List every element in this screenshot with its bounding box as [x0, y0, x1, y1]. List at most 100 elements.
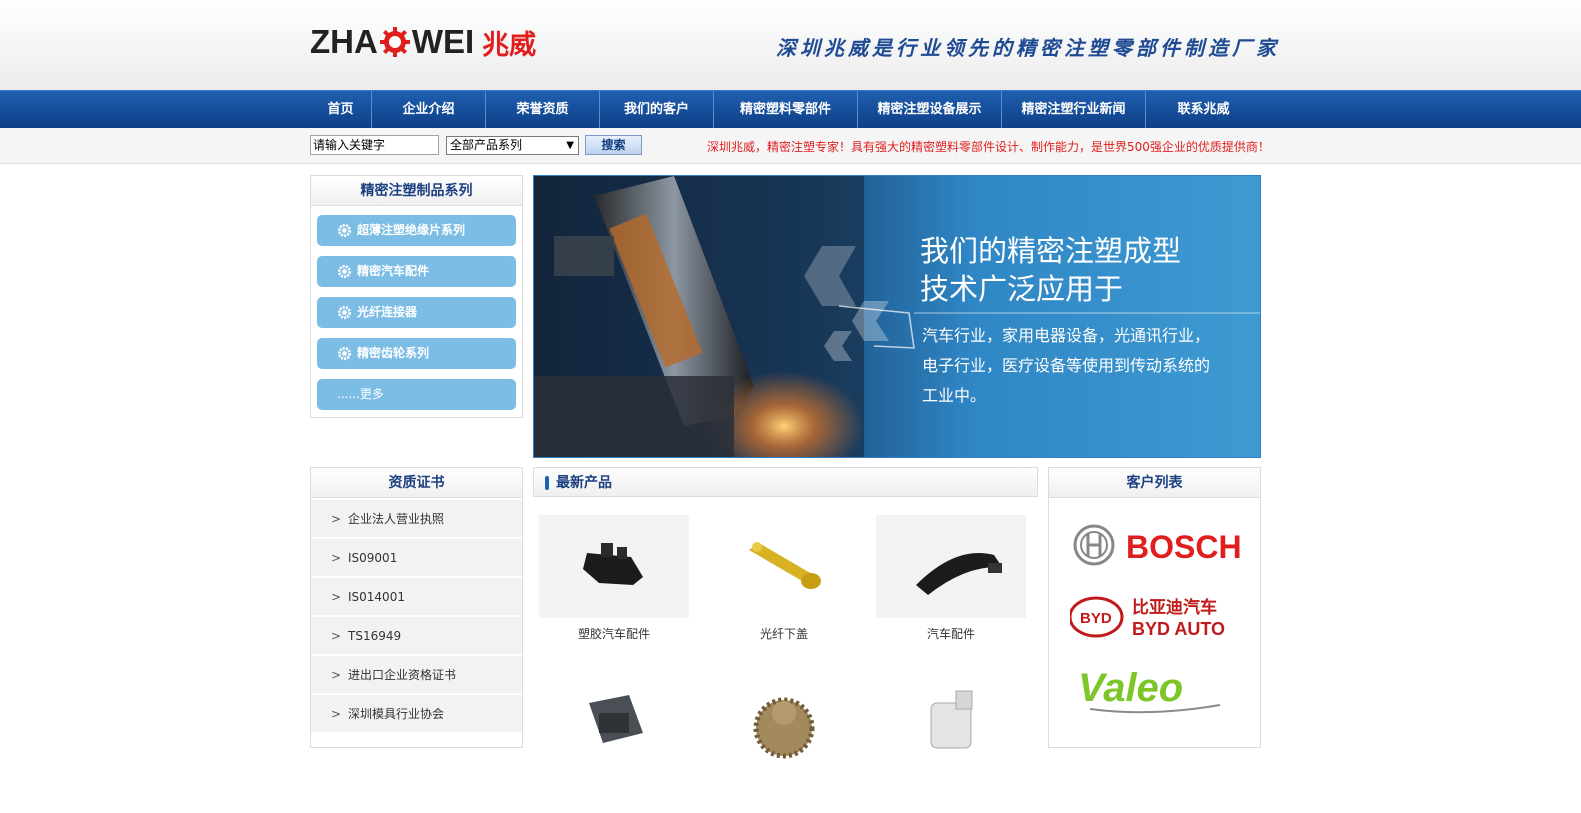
gear-logo-icon	[379, 27, 410, 57]
banner-body-line3: 工业中。	[922, 386, 987, 405]
cert-label: 深圳模具行业协会	[348, 707, 445, 721]
yellow-fiber-cap-image	[709, 515, 859, 618]
product-item[interactable]	[539, 673, 689, 813]
black-plastic-clip-image	[539, 515, 689, 618]
chevron-right-icon: >	[331, 590, 342, 604]
cert-item-iso9001[interactable]: > IS09001	[311, 539, 522, 577]
search-button[interactable]: 搜索	[585, 135, 642, 155]
products-panel: 最新产品 塑胶汽车配件 光纤下盖 汽车配件	[533, 467, 1038, 776]
chevron-right-icon: >	[331, 668, 342, 682]
search-notice: 深圳兆威，精密注塑专家！具有强大的精密塑料零部件设计、制作能力，是世界500强企…	[707, 140, 1270, 154]
cert-label: 企业法人营业执照	[348, 512, 445, 526]
clients-panel-title: 客户列表	[1049, 468, 1260, 498]
cert-item-import-export[interactable]: > 进出口企业资格证书	[311, 656, 522, 694]
nav-item-home[interactable]: 首页	[310, 91, 372, 129]
client-logo-bosch[interactable]: BOSCH	[1049, 518, 1260, 572]
select-value: 全部产品系列	[450, 138, 523, 152]
category-label: 光纤连接器	[357, 305, 418, 319]
cert-item-iso14001[interactable]: > IS014001	[311, 578, 522, 616]
cert-label: IS09001	[348, 551, 398, 565]
category-item-fiber-connector[interactable]: 光纤连接器	[317, 297, 516, 328]
certificates-panel-title: 资质证书	[311, 468, 522, 498]
dropdown-arrow-icon: ▼	[566, 140, 574, 151]
category-item-insulation[interactable]: 超薄注塑绝缘片系列	[317, 215, 516, 246]
cert-label: IS014001	[348, 590, 405, 604]
white-gear-part-image	[876, 673, 1026, 776]
banner-heading: 我们的精密注塑成型 技术广泛应用于	[920, 232, 1181, 308]
category-more-link[interactable]: ......更多	[317, 379, 516, 410]
products-panel-title: 最新产品	[533, 467, 1038, 497]
byd-en-name: BYD AUTO	[1132, 619, 1225, 639]
cert-item-ts16949[interactable]: > TS16949	[311, 617, 522, 655]
byd-badge-text: BYD	[1080, 610, 1112, 627]
chevron-right-icon: >	[331, 629, 342, 643]
product-thumbnail	[539, 673, 689, 776]
category-item-auto-parts[interactable]: 精密汽车配件	[317, 256, 516, 287]
cert-item-mold-association[interactable]: > 深圳模具行业协会	[311, 695, 522, 733]
product-item[interactable]	[709, 673, 859, 813]
chevron-right-icon: >	[331, 512, 342, 526]
grey-connector-image	[539, 673, 689, 776]
client-logo-valeo[interactable]: Valeo	[1049, 661, 1260, 715]
hero-banner[interactable]: 我们的精密注塑成型 技术广泛应用于 汽车行业，家用电器设备，光通讯行业， 电子行…	[533, 175, 1261, 458]
logo-cn-text: 兆威	[482, 29, 537, 61]
category-label: 超薄注塑绝缘片系列	[357, 223, 466, 237]
gear-icon	[337, 305, 352, 320]
welding-machine-image	[534, 176, 1260, 457]
byd-logo: BYD 比亚迪汽车 BYD AUTO	[1069, 596, 1225, 639]
site-logo[interactable]: ZHA WEI 兆威	[310, 22, 536, 62]
category-panel-title: 精密注塑制品系列	[311, 176, 522, 206]
product-caption: 汽车配件	[926, 627, 975, 641]
chevron-right-icon: >	[331, 551, 342, 565]
black-car-part-image	[876, 515, 1026, 618]
category-label: 精密汽车配件	[357, 264, 430, 278]
product-item[interactable]: 光纤下盖	[709, 515, 859, 655]
product-caption: 光纤下盖	[759, 627, 808, 641]
clients-panel: 客户列表 BOSCH BYD 比亚迪汽车 BYD AUTO Valeo	[1048, 467, 1261, 748]
banner-body-line2: 电子行业，医疗设备等使用到传动系统的	[922, 356, 1211, 375]
search-bar: 请输入关键字 全部产品系列 ▼ 搜索 深圳兆威，精密注塑专家！具有强大的精密塑料…	[0, 128, 1581, 164]
bosch-logo: BOSCH	[1073, 524, 1240, 566]
product-thumbnail	[709, 515, 859, 618]
product-caption: 塑胶汽车配件	[577, 627, 650, 641]
gear-icon	[337, 346, 352, 361]
valeo-wordmark: Valeo	[1078, 666, 1183, 710]
byd-cn-name: 比亚迪汽车	[1132, 597, 1217, 618]
banner-body: 汽车行业，家用电器设备，光通讯行业， 电子行业，医疗设备等使用到传动系统的 工业…	[922, 321, 1242, 411]
nav-item-news[interactable]: 精密注塑行业新闻	[1002, 91, 1146, 129]
gear-icon	[337, 264, 352, 279]
site-header: ZHA WEI 兆威 深圳兆威是行业领先的精密注塑零部件制造厂家	[0, 0, 1581, 90]
banner-body-line1: 汽车行业，家用电器设备，光通讯行业，	[922, 326, 1211, 345]
bosch-wordmark: BOSCH	[1126, 529, 1240, 565]
product-item[interactable]: 汽车配件	[876, 515, 1026, 655]
nav-item-about[interactable]: 企业介绍	[372, 91, 486, 129]
cert-label: TS16949	[348, 629, 402, 643]
product-thumbnail	[876, 673, 1026, 776]
chevron-right-icon: >	[331, 707, 342, 721]
gear-icon	[337, 223, 352, 238]
product-thumbnail	[709, 673, 859, 776]
banner-heading-line2: 技术广泛应用于	[920, 272, 1124, 306]
brass-gear-image	[709, 673, 859, 776]
nav-item-customers[interactable]: 我们的客户	[600, 91, 714, 129]
header-slogan: 深圳兆威是行业领先的精密注塑零部件制造厂家	[776, 36, 1280, 60]
cert-item-business-license[interactable]: > 企业法人营业执照	[311, 500, 522, 538]
logo-text-right: WEI	[411, 23, 475, 60]
nav-item-plastic-parts[interactable]: 精密塑料零部件	[714, 91, 858, 129]
product-thumbnail	[876, 515, 1026, 618]
banner-heading-line1: 我们的精密注塑成型	[920, 234, 1182, 268]
search-input[interactable]: 请输入关键字	[310, 135, 439, 155]
nav-item-honors[interactable]: 荣誉资质	[486, 91, 600, 129]
main-nav: 首页 企业介绍 荣誉资质 我们的客户 精密塑料零部件 精密注塑设备展示 精密注塑…	[0, 90, 1581, 129]
product-item[interactable]: 塑胶汽车配件	[539, 515, 689, 655]
category-panel: 精密注塑制品系列 超薄注塑绝缘片系列 精密汽车配件 光纤连接器 精密齿轮系列 .…	[310, 175, 523, 418]
more-label: ......更多	[337, 387, 384, 401]
product-series-select[interactable]: 全部产品系列 ▼	[446, 136, 579, 155]
nav-item-equipment[interactable]: 精密注塑设备展示	[858, 91, 1002, 129]
product-item[interactable]	[876, 673, 1026, 813]
nav-item-contact[interactable]: 联系兆威	[1146, 91, 1261, 129]
category-item-gears[interactable]: 精密齿轮系列	[317, 338, 516, 369]
cert-label: 进出口企业资格证书	[348, 668, 457, 682]
category-label: 精密齿轮系列	[357, 346, 430, 360]
client-logo-byd[interactable]: BYD 比亚迪汽车 BYD AUTO	[1049, 592, 1260, 642]
